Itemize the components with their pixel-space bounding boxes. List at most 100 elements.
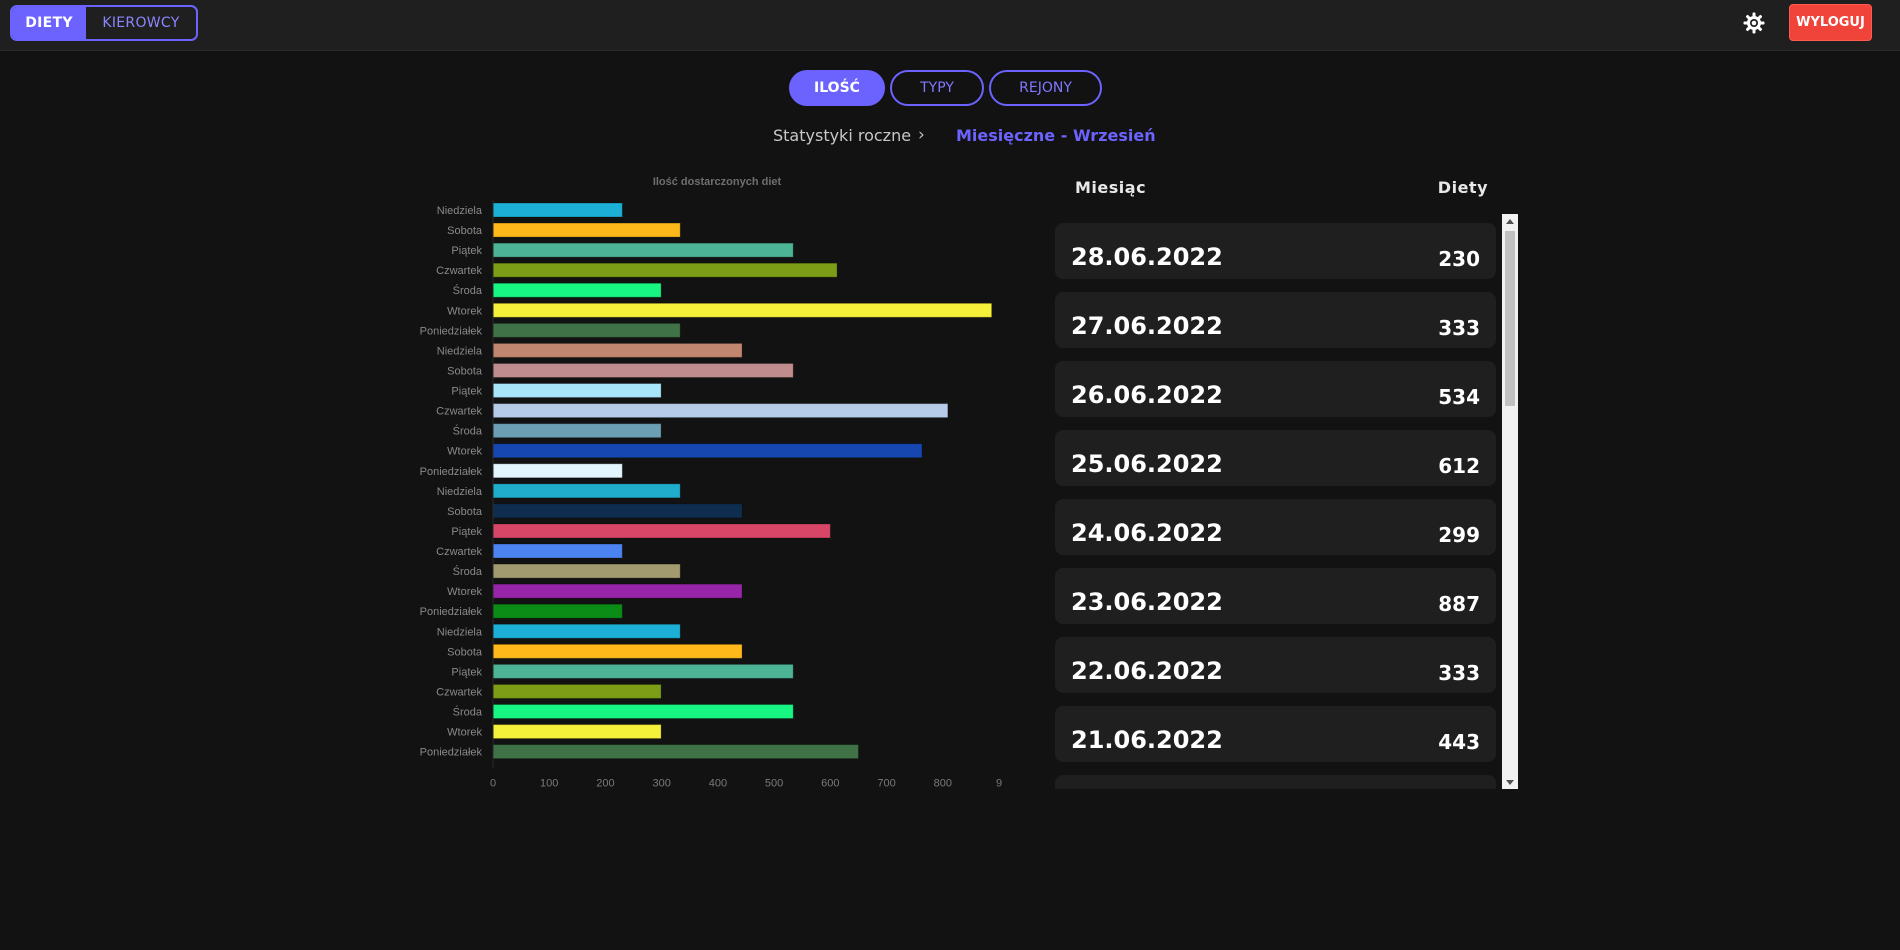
row-value: 887 [1438, 592, 1480, 616]
bar-chart: Ilość dostarczonych diet Niedziela Sobota P… [400, 170, 1020, 790]
list-item[interactable]: 23.06.2022 887 [1055, 568, 1496, 624]
bar[interactable] [492, 282, 662, 298]
tab-rejony[interactable]: REJONY [989, 70, 1102, 106]
bar[interactable] [492, 403, 949, 419]
y-tick-label: Sobota [447, 365, 483, 377]
y-tick-label: Piątek [451, 386, 482, 398]
bar[interactable] [492, 523, 831, 539]
y-tick-label: Poniedziałek [420, 325, 483, 337]
bar[interactable] [492, 583, 743, 599]
bar[interactable] [492, 383, 662, 399]
gear-icon[interactable] [1742, 11, 1766, 35]
stats-list[interactable]: 28.06.2022 230 27.06.2022 333 26.06.2022… [1055, 213, 1497, 789]
bar[interactable] [492, 443, 923, 459]
scroll-up-icon[interactable] [1502, 214, 1518, 228]
x-tick-label: 400 [709, 778, 727, 790]
breadcrumb-yearly[interactable]: Statystyki roczne [773, 126, 911, 145]
y-tick-label: Wtorek [447, 727, 482, 739]
list-item[interactable]: 25.06.2022 612 [1055, 430, 1496, 486]
bar[interactable] [492, 744, 859, 760]
bar[interactable] [492, 623, 681, 639]
bar[interactable] [492, 262, 838, 278]
x-tick-label: 100 [540, 778, 558, 790]
list-item[interactable]: 26.06.2022 534 [1055, 361, 1496, 417]
column-header-diets: Diety [1437, 178, 1488, 197]
y-tick-label: Piątek [451, 526, 482, 538]
breadcrumb: Statystyki roczne › Miesięczne - Wrzesie… [0, 125, 1900, 150]
row-date: 24.06.2022 [1071, 519, 1223, 547]
bar[interactable] [492, 302, 993, 318]
bar[interactable] [492, 342, 743, 358]
breadcrumb-monthly: Miesięczne - Wrzesień [956, 126, 1156, 145]
y-tick-label: Sobota [447, 225, 483, 237]
y-tick-label: Poniedziałek [420, 747, 483, 759]
x-tick-label: 800 [934, 778, 952, 790]
row-value: 612 [1438, 454, 1480, 478]
x-tick-label: 700 [877, 778, 895, 790]
x-tick-label: 200 [596, 778, 614, 790]
y-tick-label: Niedziela [437, 345, 483, 357]
bar[interactable] [492, 503, 743, 519]
y-tick-label: Piątek [451, 245, 482, 257]
list-item[interactable]: 22.06.2022 333 [1055, 637, 1496, 693]
bar[interactable] [492, 683, 662, 699]
bar[interactable] [492, 724, 662, 740]
list-item[interactable] [1055, 775, 1496, 789]
bar[interactable] [492, 423, 662, 439]
bar[interactable] [492, 543, 623, 559]
y-tick-label: Środa [453, 565, 483, 578]
list-scrollbar[interactable] [1502, 214, 1518, 789]
bar[interactable] [492, 643, 743, 659]
bar[interactable] [492, 563, 681, 579]
list-item[interactable]: 28.06.2022 230 [1055, 223, 1496, 279]
row-value: 230 [1438, 247, 1480, 271]
switch-kierowcy[interactable]: KIEROWCY [86, 7, 196, 39]
y-tick-label: Czwartek [436, 546, 482, 558]
scroll-down-icon[interactable] [1502, 775, 1518, 789]
row-date: 21.06.2022 [1071, 726, 1223, 754]
list-item[interactable]: 21.06.2022 443 [1055, 706, 1496, 762]
row-date: 28.06.2022 [1071, 243, 1223, 271]
x-tick-label: 300 [652, 778, 670, 790]
row-date: 22.06.2022 [1071, 657, 1223, 685]
chevron-right-icon: › [918, 125, 925, 145]
row-value: 443 [1438, 730, 1480, 754]
row-value: 333 [1438, 316, 1480, 340]
stat-tabs: ILOŚĆ TYPY REJONY [789, 70, 1102, 106]
row-value: 534 [1438, 385, 1480, 409]
row-date: 26.06.2022 [1071, 381, 1223, 409]
bar[interactable] [492, 663, 794, 679]
y-tick-label: Wtorek [447, 446, 482, 458]
switch-diety[interactable]: DIETY [12, 7, 86, 39]
bar[interactable] [492, 483, 681, 499]
y-tick-label: Wtorek [447, 305, 482, 317]
bar[interactable] [492, 603, 623, 619]
bar[interactable] [492, 704, 794, 719]
bar[interactable] [492, 202, 623, 218]
scrollbar-thumb[interactable] [1505, 231, 1515, 406]
logout-button[interactable]: WYLOGUJ [1789, 4, 1872, 41]
x-tick-label: 0 [490, 778, 496, 790]
bar[interactable] [492, 242, 794, 258]
y-tick-label: Piątek [451, 666, 482, 678]
y-tick-label: Sobota [447, 506, 483, 518]
row-date: 25.06.2022 [1071, 450, 1223, 478]
y-tick-label: Niedziela [437, 205, 483, 217]
x-tick-label: 600 [821, 778, 839, 790]
tab-typy[interactable]: TYPY [890, 70, 984, 106]
bar[interactable] [492, 463, 623, 479]
row-value: 299 [1438, 523, 1480, 547]
view-switch: DIETY KIEROWCY [10, 5, 198, 41]
list-item[interactable]: 27.06.2022 333 [1055, 292, 1496, 348]
bar[interactable] [492, 322, 681, 338]
list-item[interactable]: 24.06.2022 299 [1055, 499, 1496, 555]
column-header-month: Miesiąc [1075, 178, 1147, 197]
row-value: 333 [1438, 661, 1480, 685]
y-tick-label: Niedziela [437, 626, 483, 638]
chart-title: Ilość dostarczonych diet [653, 176, 782, 188]
bar[interactable] [492, 222, 681, 238]
row-date: 27.06.2022 [1071, 312, 1223, 340]
tab-ilosc[interactable]: ILOŚĆ [789, 70, 885, 106]
bar[interactable] [492, 362, 794, 378]
chart-svg: Ilość dostarczonych diet Niedziela Sobota P… [420, 176, 1002, 790]
